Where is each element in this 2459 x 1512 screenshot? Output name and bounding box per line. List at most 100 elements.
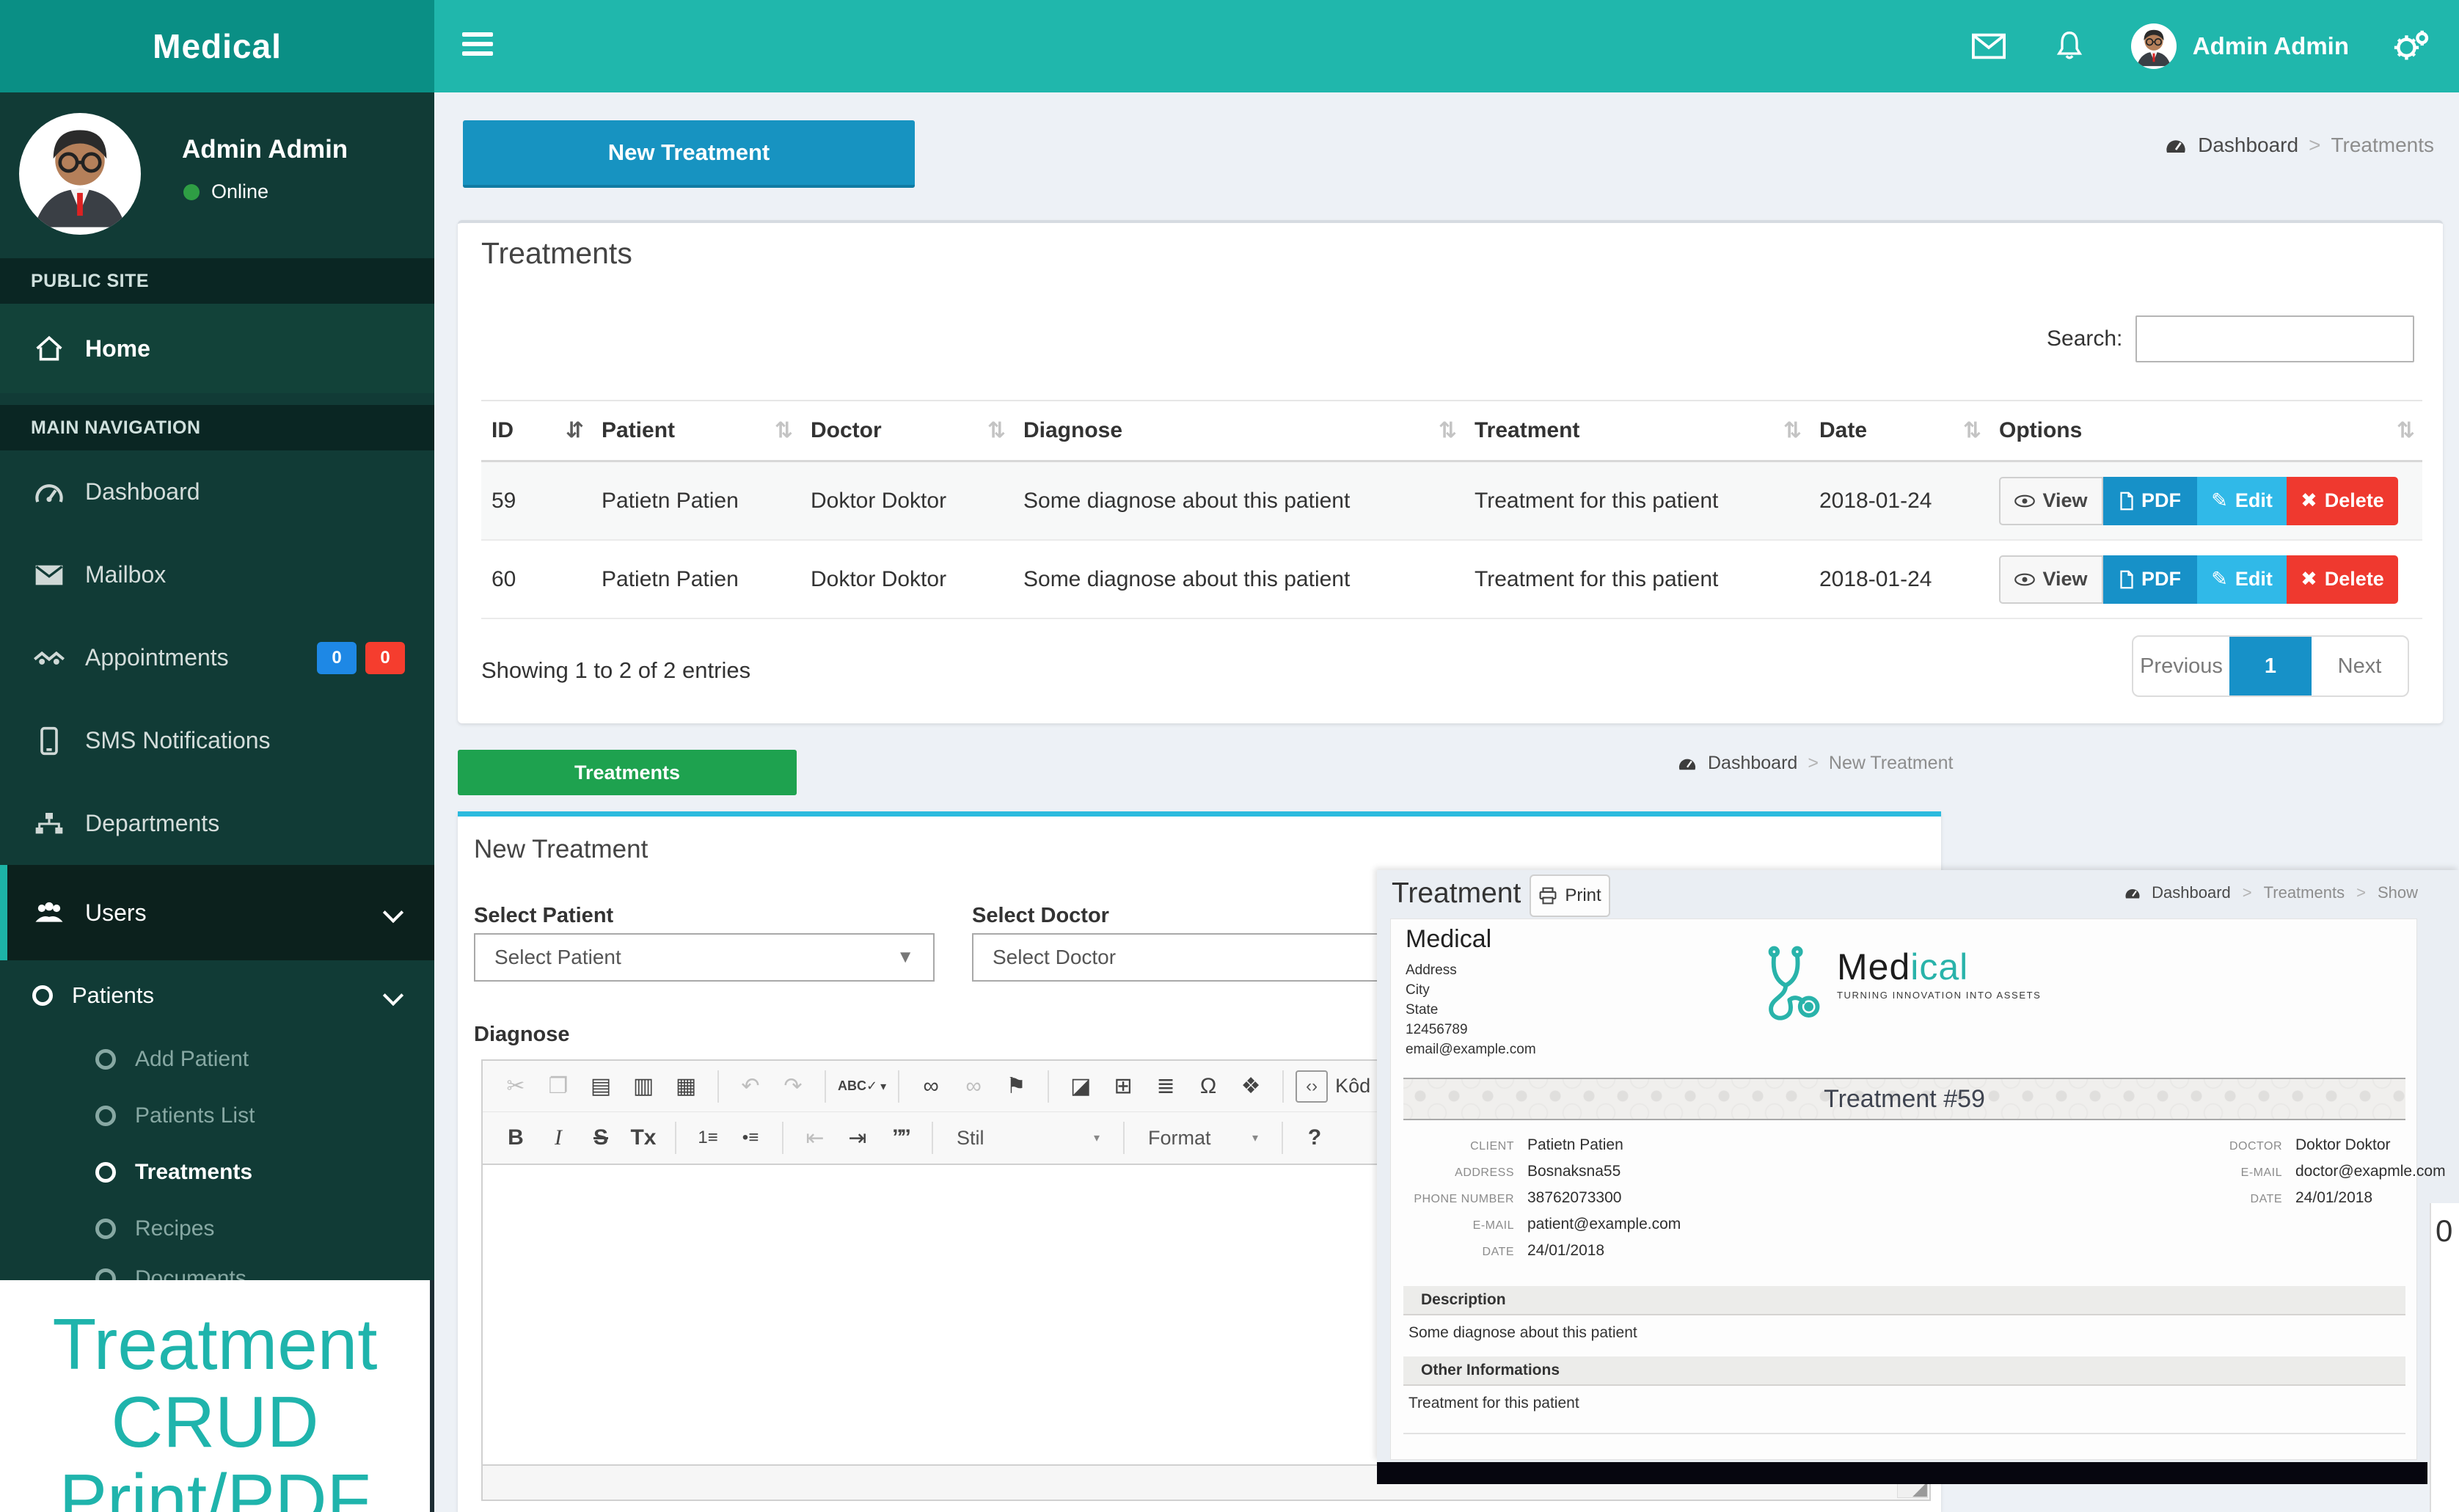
sidebar-item-patients[interactable]: Patients [0,960,434,1031]
sort-icon[interactable]: ⇅ [1783,418,1802,444]
column-header-id[interactable]: ID⇵ [481,401,591,461]
breadcrumb: Dashboard > Treatments [2164,134,2434,157]
sitemap-icon [32,811,66,836]
user-name: Admin Admin [2193,32,2349,60]
format-dropdown[interactable]: Format▾ [1136,1119,1270,1157]
mobile-phone-icon [32,726,66,756]
source-code-button[interactable]: ‹› Kôd [1296,1067,1370,1106]
notifications-bell-icon[interactable] [2050,27,2089,65]
paste-word-icon[interactable]: ▦ [666,1067,706,1106]
copy-icon[interactable]: ❐ [538,1067,578,1106]
redo-icon[interactable]: ↷ [773,1067,813,1106]
link-icon[interactable]: ∞ [911,1067,951,1106]
help-icon[interactable]: ? [1295,1119,1334,1157]
sort-icon[interactable]: ⇅ [1439,418,1457,444]
sidebar-item-users[interactable]: Users [0,865,434,960]
unlink-icon[interactable]: ∞ [954,1067,993,1106]
sort-icon[interactable]: ⇅ [987,418,1006,444]
indent-icon[interactable]: ⇥ [838,1119,877,1157]
anchor-flag-icon[interactable]: ⚑ [996,1067,1036,1106]
treatments-back-button[interactable]: Treatments [458,750,797,795]
menu-toggle-icon[interactable] [462,32,493,59]
cell-doctor: Doktor Doktor [800,540,1013,618]
search-input[interactable] [2135,315,2414,362]
messages-icon[interactable] [1970,27,2008,65]
sort-icon[interactable]: ⇅ [775,418,793,444]
treatment-banner: Treatment #59 [1403,1078,2405,1120]
sort-icon[interactable]: ⇵ [566,418,584,444]
sidebar-item-mailbox[interactable]: Mailbox [0,533,434,616]
sort-icon[interactable]: ⇅ [2397,418,2415,444]
sort-icon[interactable]: ⇅ [1963,418,1981,444]
description-text: Some diagnose about this patient [1408,1324,1637,1342]
horizontal-rule-icon[interactable]: ≣ [1146,1067,1185,1106]
sidebar-item-treatments[interactable]: Treatments [0,1144,434,1200]
delete-button[interactable]: ✖ Delete [2287,555,2398,604]
caption-watermark: Treatment CRUD Print/PDF [0,1280,434,1512]
sidebar-item-recipes[interactable]: Recipes [0,1200,434,1257]
column-header-date[interactable]: Date⇅ [1809,401,1989,461]
ordered-list-icon[interactable]: 1≡ [688,1119,728,1157]
doctor-details: DOCTORDoktor Doktor E-MAILdoctor@exapmle… [2194,1136,2446,1216]
print-button[interactable]: Print [1530,874,1610,917]
pagination-page-1[interactable]: 1 [2229,637,2312,695]
column-header-patient[interactable]: Patient⇅ [591,401,800,461]
paste-text-icon[interactable]: ▥ [624,1067,663,1106]
blockquote-icon[interactable]: ”” [880,1119,920,1157]
sidebar-user-name: Admin Admin [182,135,348,164]
spellcheck-icon[interactable]: ABC✓▾ [838,1067,886,1106]
remove-format-icon[interactable]: Tx [624,1119,663,1157]
undo-icon[interactable]: ↶ [731,1067,770,1106]
cell-date: 2018-01-24 [1809,461,1989,541]
pdf-button[interactable]: PDF [2103,477,2197,525]
edit-button[interactable]: ✎ Edit [2197,555,2287,604]
pdf-button[interactable]: PDF [2103,555,2197,604]
unordered-list-icon[interactable]: •≡ [731,1119,770,1157]
breadcrumb-link-dashboard[interactable]: Dashboard [2198,134,2298,157]
cell-options: View PDF ✎ Edit ✖ Delete [1989,461,2422,541]
user-menu[interactable]: Admin Admin [2131,23,2349,69]
outdent-icon[interactable]: ⇤ [795,1119,835,1157]
new-treatment-button[interactable]: New Treatment [463,120,915,188]
sidebar-item-patients-list[interactable]: Patients List [0,1087,434,1144]
sidebar-item-appointments[interactable]: Appointments 0 0 [0,616,434,699]
cut-icon[interactable]: ✂ [496,1067,536,1106]
column-header-doctor[interactable]: Doctor⇅ [800,401,1013,461]
column-header-diagnose[interactable]: Diagnose⇅ [1013,401,1464,461]
sidebar-item-dashboard[interactable]: Dashboard [0,450,434,533]
breadcrumb-separator: > [2356,883,2366,902]
style-dropdown[interactable]: Stil▾ [945,1119,1111,1157]
delete-button[interactable]: ✖ Delete [2287,477,2398,525]
pagination-next[interactable]: Next [2312,637,2408,695]
sidebar-item-departments[interactable]: Departments [0,782,434,865]
italic-icon[interactable]: I [538,1119,578,1157]
table-icon[interactable]: ⊞ [1103,1067,1143,1106]
breadcrumb-link-treatments[interactable]: Treatments [2264,883,2345,902]
view-button[interactable]: View [1999,555,2103,604]
breadcrumb-link-dashboard[interactable]: Dashboard [1708,753,1797,774]
image-icon[interactable]: ◪ [1061,1067,1100,1106]
brand-logo[interactable]: Medical [0,0,434,92]
special-char-omega-icon[interactable]: Ω [1188,1067,1228,1106]
maximize-icon[interactable]: ❖ [1231,1067,1271,1106]
x-icon: ✖ [2301,489,2317,512]
column-header-treatment[interactable]: Treatment⇅ [1464,401,1809,461]
pagination-previous[interactable]: Previous [2133,637,2229,695]
sidebar-section-public-site: PUBLIC SITE [0,258,434,304]
bold-icon[interactable]: B [496,1119,536,1157]
select-patient-dropdown[interactable]: Select Patient ▼ [474,933,935,982]
sidebar-item-add-patient[interactable]: Add Patient [0,1031,434,1087]
sidebar-item-home[interactable]: Home [0,304,434,393]
sidebar-item-sms-notifications[interactable]: SMS Notifications [0,699,434,782]
paste-icon[interactable]: ▤ [581,1067,621,1106]
select-doctor-dropdown[interactable]: Select Doctor [972,933,1433,982]
column-header-options[interactable]: Options⇅ [1989,401,2422,461]
settings-gears-icon[interactable] [2392,27,2430,65]
treatment-show-window: Treatment #59 Print Dashboard > Treatmen… [1377,870,2459,1462]
breadcrumb-link-dashboard[interactable]: Dashboard [2152,883,2231,902]
strikethrough-icon[interactable]: S [581,1119,621,1157]
table-row: 60 Patietn Patien Doktor Doktor Some dia… [481,540,2422,618]
online-status[interactable]: Online [183,180,268,203]
view-button[interactable]: View [1999,477,2103,525]
edit-button[interactable]: ✎ Edit [2197,477,2287,525]
